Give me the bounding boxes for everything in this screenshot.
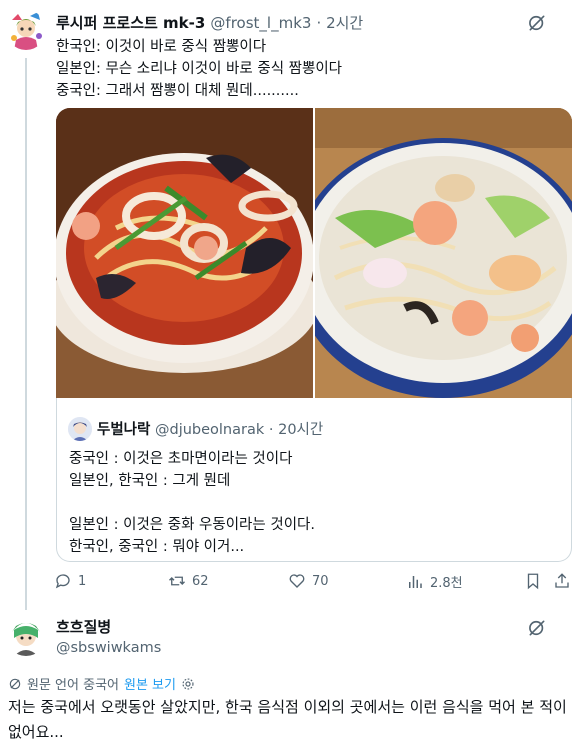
- avatar-image: [6, 616, 46, 656]
- quote-author-avatar[interactable]: [68, 417, 92, 441]
- tweet-line: 중국인: 그래서 짬뽕이 대체 뭔데..........: [56, 83, 299, 99]
- translate-source-label: 원문 언어 중국어: [27, 678, 119, 693]
- author-name[interactable]: 루시퍼 프로스트 mk-3: [56, 14, 205, 32]
- share-icon: [555, 573, 569, 588]
- retweet-count: 62: [192, 573, 209, 589]
- heart-icon: [289, 574, 305, 588]
- translate-icon: [9, 678, 21, 689]
- author-handle[interactable]: @frost_l_mk3: [210, 14, 311, 32]
- quote-time[interactable]: · 20시간: [269, 422, 323, 438]
- quote-line: 한국인, 중국인 : 뭐야 이거...: [69, 539, 245, 555]
- tweet-line: 한국인: 이것이 바로 중식 짬뽕이다: [56, 39, 267, 55]
- quote-line: 일본인, 한국인 : 그게 뭔데: [69, 473, 231, 489]
- quote-text: 중국인 : 이것은 초마면이라는 것이다 일본인, 한국인 : 그게 뭔데 일본…: [69, 448, 315, 558]
- tweet-header: 루시퍼 프로스트 mk-3 @frost_l_mk3 · 2시간: [56, 12, 363, 33]
- tweet-actions: 1 62 70 2.8천: [50, 572, 572, 596]
- tweet-text: 한국인: 이것이 바로 중식 짬뽕이다 일본인: 무슨 소리냐 이것이 바로 중…: [56, 36, 342, 102]
- reply-count: 1: [78, 573, 87, 589]
- reply-icon: [55, 574, 70, 589]
- thread-connector-line: [25, 58, 27, 610]
- jjamppong-photo[interactable]: [56, 108, 313, 398]
- reply-author-handle[interactable]: @sbswiwkams: [56, 640, 161, 656]
- bookmark-icon: [527, 573, 539, 590]
- quote-line: 중국인 : 이것은 초마면이라는 것이다: [69, 451, 293, 467]
- quote-line: 일본인 : 이것은 중화 우동이라는 것이다.: [69, 517, 315, 533]
- views-button[interactable]: 2.8천: [406, 572, 463, 591]
- tweet-line: 일본인: 무슨 소리냐 이것이 바로 중식 짬뽕이다: [56, 61, 342, 77]
- quote-author-handle[interactable]: @djubeolnarak: [155, 422, 264, 438]
- quote-header: 두벌나락 @djubeolnarak · 20시간: [97, 418, 323, 439]
- like-button[interactable]: 70: [288, 572, 329, 590]
- tweet-media: [56, 108, 572, 398]
- view-count: 2.8천: [430, 576, 463, 591]
- reply-button[interactable]: 1: [54, 572, 86, 590]
- grok-icon[interactable]: [527, 618, 547, 638]
- avatar-image: [68, 417, 92, 441]
- champon-photo[interactable]: [315, 108, 572, 398]
- quote-author-name[interactable]: 두벌나락: [97, 422, 150, 438]
- reply-author-avatar[interactable]: [6, 616, 46, 656]
- reply-author-name[interactable]: 흐흐질병: [56, 616, 111, 637]
- translation-notice: 원문 언어 중국어 원본 보기: [8, 674, 195, 693]
- bookmark-button[interactable]: [524, 572, 542, 590]
- retweet-button[interactable]: 62: [168, 572, 209, 590]
- avatar-image: [6, 10, 46, 50]
- share-button[interactable]: [553, 572, 571, 590]
- tweet-time[interactable]: · 2시간: [317, 14, 364, 32]
- view-original-link[interactable]: 원본 보기: [124, 674, 176, 693]
- retweet-icon: [169, 576, 185, 586]
- like-count: 70: [312, 573, 329, 589]
- author-avatar[interactable]: [6, 10, 46, 50]
- grok-icon[interactable]: [527, 13, 547, 33]
- quoted-tweet[interactable]: 두벌나락 @djubeolnarak · 20시간 중국인 : 이것은 초마면이…: [56, 398, 572, 562]
- views-icon: [409, 575, 422, 588]
- gear-icon[interactable]: [181, 677, 195, 691]
- reply-text: 저는 중국에서 오랫동안 살았지만, 한국 음식점 이외의 곳에서는 이런 음식…: [8, 698, 567, 741]
- quote-line: [69, 492, 315, 514]
